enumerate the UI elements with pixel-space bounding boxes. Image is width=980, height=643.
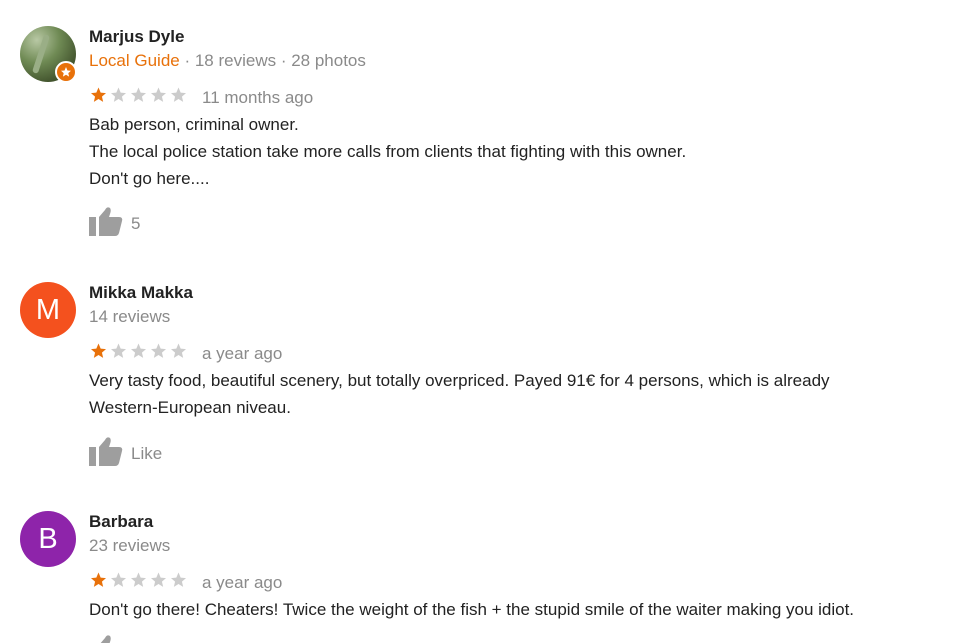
star-rating <box>89 571 189 594</box>
reviewer-meta: 14 reviews <box>89 307 171 326</box>
like-count: 5 <box>131 213 141 233</box>
reviewer-name[interactable]: Mikka Makka <box>89 283 193 303</box>
avatar[interactable]: B <box>20 511 76 567</box>
reviewer-name[interactable]: Marjus Dyle <box>89 27 184 47</box>
star-empty-icon <box>169 342 189 365</box>
star-rating <box>89 342 189 365</box>
avatar[interactable]: M <box>20 282 76 338</box>
review-text: Bab person, criminal owner. The local po… <box>89 111 969 192</box>
rating-row: a year ago <box>89 571 282 594</box>
review-text-line: Don't go here.... <box>89 169 210 188</box>
rating-row: a year ago <box>89 342 282 365</box>
star-empty-icon <box>169 571 189 594</box>
star-filled-icon <box>89 342 109 365</box>
thumbs-up-icon <box>89 634 123 643</box>
reviews-list: Marjus Dyle Local Guide · 18 reviews · 2… <box>0 0 980 643</box>
review-date: a year ago <box>202 343 283 363</box>
avatar-initial: B <box>38 523 58 555</box>
avatar-initial: M <box>35 294 61 326</box>
star-filled-icon <box>89 86 109 109</box>
local-guide-badge-icon <box>55 61 77 83</box>
review-text-line: The local police station take more calls… <box>89 142 687 161</box>
like-label: Like <box>131 443 163 463</box>
star-empty-icon <box>129 342 149 365</box>
review-date: a year ago <box>202 572 283 592</box>
review-date: 11 months ago <box>202 87 314 107</box>
review-text-line: Don't go there! Cheaters! Twice the weig… <box>89 600 855 619</box>
star-empty-icon <box>109 342 129 365</box>
thumbs-up-icon <box>89 206 123 241</box>
reviewer-meta: 23 reviews <box>89 536 171 555</box>
star-empty-icon <box>169 86 189 109</box>
review-text-line: Western-European niveau. <box>89 398 291 417</box>
star-empty-icon <box>129 86 149 109</box>
reviewer-stats: · 18 reviews · 28 photos <box>184 51 366 70</box>
star-filled-icon <box>89 571 109 594</box>
avatar[interactable] <box>20 26 77 83</box>
thumbs-up-icon <box>89 436 123 471</box>
star-empty-icon <box>129 571 149 594</box>
review-text-line: Bab person, criminal owner. <box>89 115 299 134</box>
star-empty-icon <box>109 86 129 109</box>
rating-row: 11 months ago <box>89 86 313 109</box>
review-text: Very tasty food, beautiful scenery, but … <box>89 367 969 421</box>
star-empty-icon <box>149 342 169 365</box>
reviewer-meta: Local Guide · 18 reviews · 28 photos <box>89 51 366 71</box>
like-button[interactable]: 5 <box>89 206 140 241</box>
review-text: Don't go there! Cheaters! Twice the weig… <box>89 596 969 623</box>
local-guide-label: Local Guide <box>89 51 180 70</box>
star-rating <box>89 86 189 109</box>
like-button[interactable] <box>89 634 123 643</box>
star-empty-icon <box>149 571 169 594</box>
star-empty-icon <box>109 571 129 594</box>
reviewer-name[interactable]: Barbara <box>89 512 153 532</box>
star-empty-icon <box>149 86 169 109</box>
review-text-line: Very tasty food, beautiful scenery, but … <box>89 371 830 390</box>
like-button[interactable]: Like <box>89 436 162 471</box>
